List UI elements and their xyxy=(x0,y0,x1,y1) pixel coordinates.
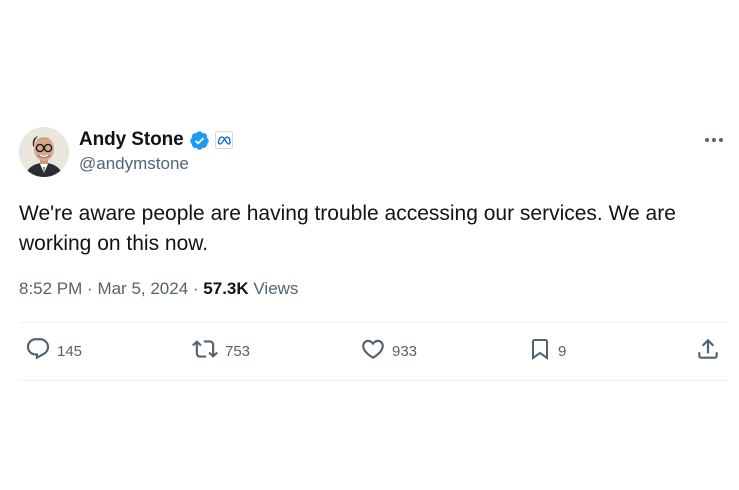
author-block: Andy Stone @andymstone xyxy=(79,128,233,174)
tweet-header: Andy Stone @andymstone xyxy=(19,127,728,177)
tweet-meta: 8:52 PM · Mar 5, 2024 · 57.3K Views xyxy=(19,279,298,299)
avatar[interactable] xyxy=(19,127,69,177)
repost-button[interactable]: 753 xyxy=(191,338,250,364)
name-row: Andy Stone xyxy=(79,128,233,152)
reply-count: 145 xyxy=(57,342,83,360)
tweet-date[interactable]: Mar 5, 2024 xyxy=(97,279,188,298)
tweet-card: Andy Stone @andymstone We're aware peopl… xyxy=(19,127,728,381)
author-display-name[interactable]: Andy Stone xyxy=(79,129,184,151)
bookmark-button[interactable]: 9 xyxy=(528,338,566,364)
author-handle[interactable]: @andymstone xyxy=(79,154,233,174)
more-options-icon[interactable] xyxy=(704,133,724,147)
bookmark-count: 9 xyxy=(558,342,567,360)
views-count[interactable]: 57.3K xyxy=(203,279,253,298)
like-button[interactable]: 933 xyxy=(360,338,417,364)
meta-logo-icon[interactable] xyxy=(214,131,233,149)
views-label: Views xyxy=(253,279,299,298)
tweet-text: We're aware people are having trouble ac… xyxy=(19,202,676,255)
verified-badge-icon[interactable] xyxy=(189,130,210,151)
heart-icon xyxy=(360,336,386,367)
repost-count: 753 xyxy=(225,342,251,360)
reply-icon xyxy=(25,336,51,367)
meta-separator: · xyxy=(192,279,204,298)
tweet-time[interactable]: 8:52 PM xyxy=(19,279,82,298)
avatar-image xyxy=(19,127,69,177)
like-count: 933 xyxy=(392,342,418,360)
share-icon xyxy=(695,336,721,367)
divider-bottom xyxy=(19,380,728,381)
bookmark-icon xyxy=(528,336,552,367)
share-button[interactable] xyxy=(695,338,721,364)
action-bar: 145 753 933 9 xyxy=(19,323,728,381)
repost-icon xyxy=(191,336,219,367)
meta-separator: · xyxy=(87,279,98,298)
reply-button[interactable]: 145 xyxy=(25,336,83,367)
